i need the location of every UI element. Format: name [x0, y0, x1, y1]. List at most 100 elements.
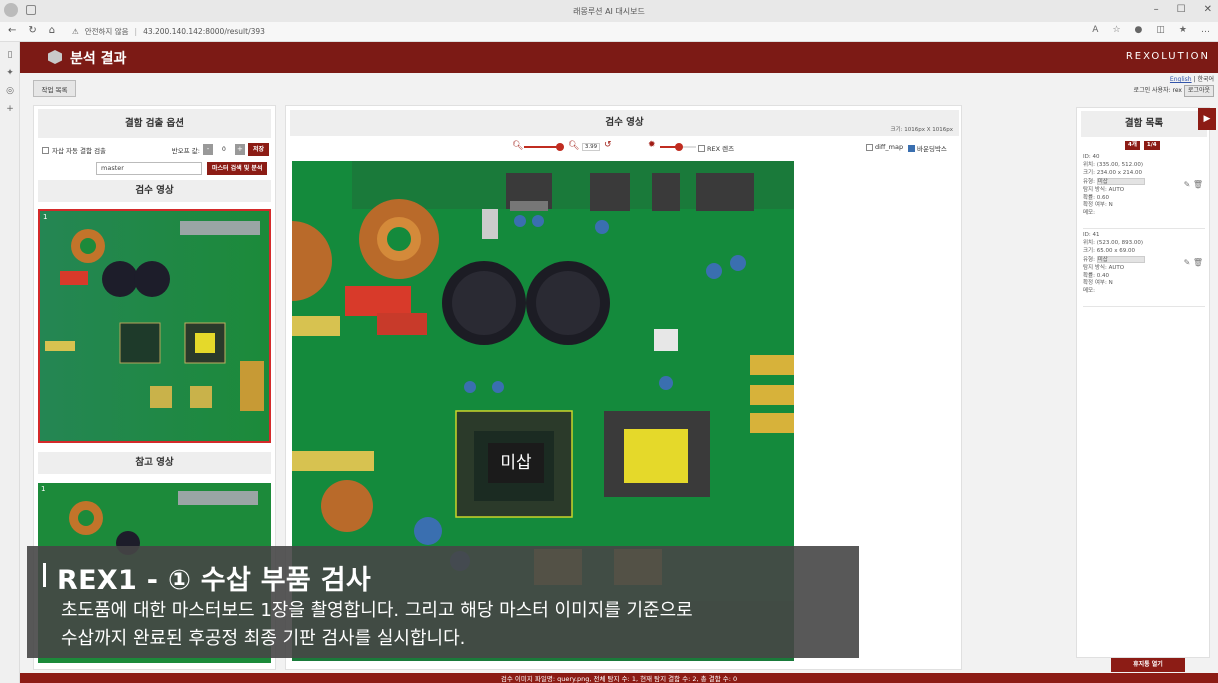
auto-detect-checkbox[interactable] — [42, 146, 49, 154]
job-list-button[interactable]: 작업 목록 — [33, 80, 76, 97]
brand-logo: REXOLUTION — [1125, 51, 1210, 62]
minimize-icon[interactable]: – — [1154, 4, 1159, 15]
logout-button[interactable]: 로그아웃 — [1183, 85, 1214, 97]
diff-map-checkbox[interactable] — [866, 143, 873, 151]
browser-sidebar: ▯ ✦ ◎ + — [0, 42, 20, 683]
rex-lens-toggle[interactable]: REX 렌즈 — [698, 143, 734, 153]
diff-map-label: diff_map — [875, 143, 904, 151]
inspection-index: 1 — [43, 213, 48, 221]
reset-zoom-icon[interactable]: ↺ — [604, 140, 612, 150]
defect-divider — [1083, 306, 1205, 307]
defect-badges: 4개 1/4 — [1125, 141, 1160, 150]
inspection-thumbnail[interactable]: 1 — [38, 209, 271, 443]
security-label: 안전하지 않음 — [84, 27, 129, 36]
favorite-icon[interactable]: ☆ — [1112, 25, 1120, 35]
zoom-value[interactable]: 3.99 — [582, 143, 600, 151]
defect-actions: ✎ 🗑︎ — [1184, 259, 1203, 267]
maximize-icon[interactable]: ☐ — [1177, 4, 1186, 15]
defect-page-badge: 1/4 — [1143, 141, 1160, 150]
subtitle-title: REX1 - ① 수삽 부품 검사 — [57, 565, 372, 596]
defect-list-title: 결함 목록 — [1081, 111, 1207, 137]
address-separator: | — [134, 27, 138, 36]
defect-overlay-label: 미삽 — [488, 443, 544, 483]
viewer-controls: 🔍︎ 🔍︎ 3.99 ↺ ✹ REX 렌즈 diff_map 바운딩박스 — [286, 140, 963, 154]
rex-lens-checkbox[interactable] — [698, 144, 705, 152]
bbox-checkbox[interactable] — [908, 144, 915, 152]
trash-icon[interactable]: 🗑︎ — [1193, 180, 1203, 189]
subtitle-overlay: REX1 - ① 수삽 부품 검사 초도품에 대한 마스터보드 1장을 촬영합니… — [27, 546, 859, 658]
defect-count-badge: 4개 — [1125, 141, 1140, 150]
reference-index: 1 — [41, 485, 46, 493]
collections-icon[interactable]: ★ — [1179, 25, 1187, 35]
tab-list-icon[interactable]: ▯ — [0, 50, 20, 60]
url-text: 43.200.140.142:8000/result/393 — [143, 27, 265, 36]
viewer-title: 검수 영상 — [290, 110, 959, 136]
warning-icon: ⚠ — [72, 27, 79, 36]
brightness-icon: ✹ — [648, 140, 656, 150]
trash-icon[interactable]: 🗑︎ — [1193, 258, 1203, 267]
master-input[interactable]: master — [96, 162, 202, 175]
home-icon[interactable]: ⌂ — [49, 25, 55, 36]
browser-nav: ← ↻ ⌂ — [8, 25, 55, 36]
save-button[interactable]: 저장 — [247, 143, 269, 156]
split-icon[interactable]: ◫ — [1156, 25, 1165, 35]
address-bar[interactable]: ⚠ 안전하지 않음 | 43.200.140.142:8000/result/3… — [72, 24, 1072, 39]
browser-urlbar: ← ↻ ⌂ ⚠ 안전하지 않음 | 43.200.140.142:8000/re… — [0, 22, 1218, 42]
browser-actions: A ☆ ● ◫ ★ … — [1092, 25, 1210, 35]
threshold-label: 반오프 값: — [171, 146, 200, 155]
close-icon[interactable]: ✕ — [1204, 4, 1212, 15]
rex-lens-label: REX 렌즈 — [707, 145, 735, 153]
defect-type-select[interactable]: 미삽 — [1096, 177, 1145, 185]
defect-type-label: 유형: — [1083, 256, 1095, 263]
options-title: 결함 검출 옵션 — [38, 109, 271, 138]
read-aloud-icon[interactable]: A — [1092, 25, 1098, 35]
defect-type-select[interactable]: 미삽 — [1096, 255, 1145, 263]
discover-icon[interactable]: ✦ — [0, 68, 20, 78]
auto-detect-label: 자삽 자동 결함 검출 — [52, 147, 107, 155]
zoom-out-icon[interactable]: 🔍︎ — [512, 141, 523, 151]
auto-detect-row: 자삽 자동 결함 검출 — [42, 145, 106, 155]
lang-english-link[interactable]: English — [1170, 76, 1192, 83]
edit-icon[interactable]: ✎ — [1184, 180, 1191, 189]
more-icon[interactable]: … — [1201, 25, 1210, 35]
subtitle-accent-bar — [43, 563, 46, 587]
open-trash-button[interactable]: 휴지통 열기 — [1111, 658, 1185, 672]
defect-item[interactable]: ID: 40 위치: (335.00, 512.00) 크기: 234.00 x… — [1083, 154, 1205, 226]
browser-tab-title: 래몽루션 AI 대시보드 — [573, 6, 645, 16]
bbox-toggle[interactable]: 바운딩박스 — [908, 143, 947, 153]
zoom-in-icon[interactable]: 🔍︎ — [568, 141, 579, 151]
defect-confirmed: 확정 여부: N — [1083, 280, 1113, 287]
threshold-minus-button[interactable]: - — [202, 144, 213, 155]
defect-memo: 메모: — [1083, 210, 1095, 217]
lang-korean-link[interactable]: 한국어 — [1197, 76, 1214, 83]
inspection-board-image — [40, 211, 269, 441]
back-icon[interactable]: ← — [8, 25, 16, 36]
extension-icon[interactable]: ● — [1135, 25, 1143, 35]
defect-size: 크기: 234.00 x 214.00 — [1083, 169, 1142, 176]
defect-size: 크기: 65.00 x 69.00 — [1083, 247, 1135, 254]
reload-icon[interactable]: ↻ — [28, 25, 36, 36]
defect-item[interactable]: ID: 41 위치: (523.00, 893.00) 크기: 65.00 x … — [1083, 232, 1205, 304]
brightness-slider[interactable] — [660, 143, 696, 151]
subtitle-line-2: 수삽까지 완료된 후공정 최종 기판 검사를 실시합니다. — [61, 628, 466, 649]
bbox-label: 바운딩박스 — [917, 145, 947, 153]
globe-icon[interactable]: ◎ — [0, 86, 20, 96]
diff-map-toggle[interactable]: diff_map — [866, 143, 903, 151]
edit-icon[interactable]: ✎ — [1184, 258, 1191, 267]
app-header: 분석 결과 REXOLUTION — [20, 42, 1218, 73]
defect-panel: 결함 목록 4개 1/4 ID: 40 위치: (335.00, 512.00)… — [1076, 107, 1210, 658]
threshold-plus-button[interactable]: + — [234, 144, 245, 155]
master-row: master 마스터 검색 및 분석 — [96, 162, 268, 175]
defect-id: ID: 41 — [1083, 232, 1100, 238]
defect-type-label: 유형: — [1083, 178, 1095, 185]
threshold-input[interactable]: 0 — [216, 144, 232, 155]
login-user-label: 로그인 사용자: rex — [1133, 87, 1182, 94]
search-analyze-button[interactable]: 마스터 검색 및 분석 — [207, 162, 268, 175]
subtitle-line-1: 초도품에 대한 마스터보드 1장을 촬영합니다. 그리고 해당 마스터 이미지를… — [61, 600, 693, 621]
play-icon[interactable]: ▶ — [1198, 108, 1216, 130]
window-controls: – ☐ ✕ — [1154, 4, 1212, 15]
zoom-slider[interactable] — [524, 143, 564, 151]
inspection-title: 검수 영상 — [38, 180, 271, 202]
add-icon[interactable]: + — [0, 104, 20, 114]
defect-confirmed: 확정 여부: N — [1083, 202, 1113, 209]
